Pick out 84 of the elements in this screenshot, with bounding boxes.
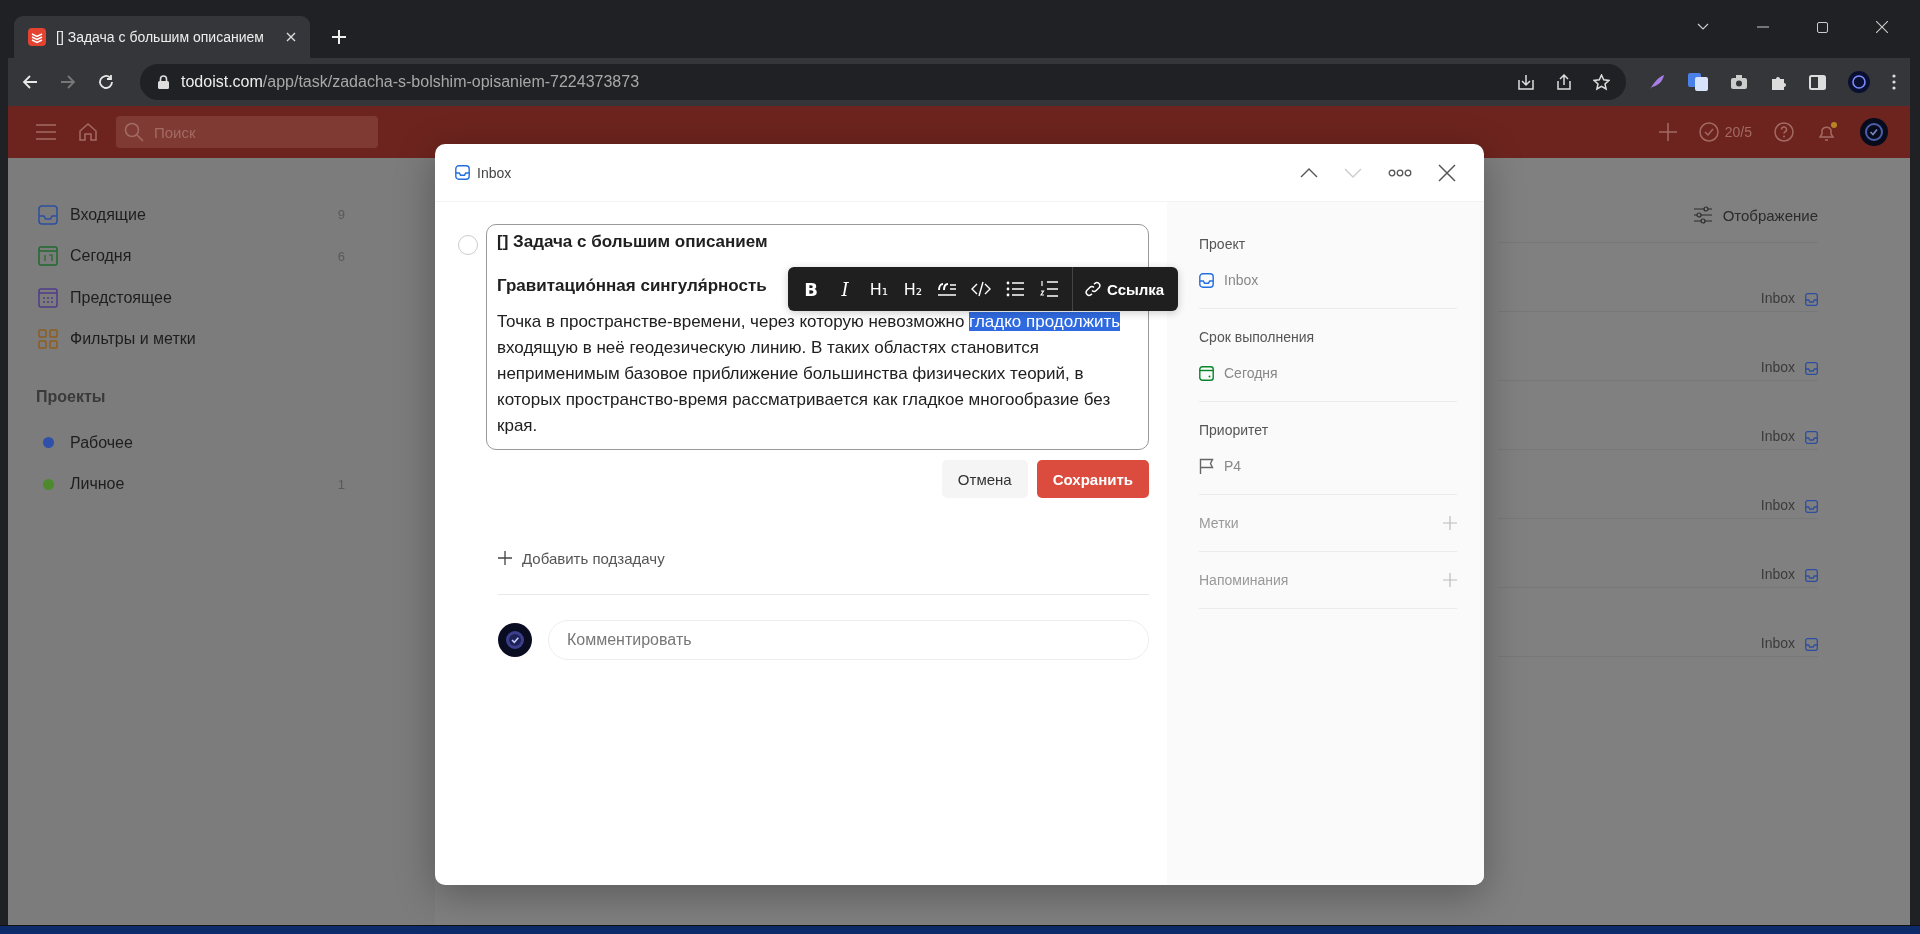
flag-icon	[1199, 458, 1214, 474]
download-icon[interactable]	[1517, 74, 1535, 90]
sidebar-item[interactable]: Фильтры и метки	[38, 318, 435, 360]
lock-icon	[158, 75, 169, 89]
new-tab-icon[interactable]	[332, 30, 346, 44]
code-icon	[971, 281, 991, 297]
translate-icon[interactable]	[1688, 73, 1708, 91]
browser-tab[interactable]: [] Задача с большим описанием	[14, 16, 310, 58]
bell-icon[interactable]	[1816, 121, 1838, 143]
inbox-icon	[1805, 431, 1818, 444]
reload-icon[interactable]	[98, 74, 114, 90]
field-label[interactable]: Метки	[1199, 515, 1239, 531]
task-title: [] Задача с большим описанием	[497, 231, 768, 253]
italic-button[interactable]: I	[828, 272, 862, 306]
forward-arrow-icon[interactable]	[60, 74, 76, 90]
search-icon	[124, 122, 144, 142]
view-button[interactable]: Отображение	[1692, 201, 1818, 229]
project-item[interactable]: Рабочее	[38, 422, 435, 464]
bulleted-list-icon	[1006, 281, 1024, 297]
quote-icon	[938, 281, 956, 297]
project-label: Inbox	[1760, 497, 1795, 513]
chevron-up-icon[interactable]	[1300, 167, 1318, 178]
link-button[interactable]: Ссылка	[1079, 272, 1171, 306]
avatar-icon[interactable]	[1860, 118, 1888, 146]
project-label: Inbox	[1760, 428, 1795, 444]
camera-icon[interactable]	[1730, 74, 1748, 90]
maximize-icon[interactable]	[1817, 21, 1828, 33]
address-bar[interactable]: todoist.com/app/task/zadacha-s-bolshim-opisaniem-7224373873	[140, 64, 1626, 100]
heading-button[interactable]: H₂	[896, 272, 930, 306]
avatar-icon[interactable]	[1848, 71, 1870, 93]
inbox-icon	[1805, 500, 1818, 513]
close-icon[interactable]	[1438, 163, 1456, 182]
app-logo-icon	[28, 28, 46, 46]
more-icon[interactable]	[1388, 168, 1412, 177]
sidebar-item[interactable]: Предстоящее	[38, 277, 435, 319]
tab-title: [] Задача с большим описанием	[56, 29, 265, 45]
side-panel-icon[interactable]	[1809, 74, 1826, 90]
field-label: Приоритет	[1199, 422, 1270, 438]
description-heading: Гравитацио́нная сингуля́рность	[497, 275, 767, 297]
field-label: Проект	[1199, 236, 1247, 252]
project-label: Inbox	[1760, 566, 1795, 582]
grid-icon	[38, 329, 58, 350]
field-label[interactable]: Напоминания	[1199, 572, 1289, 588]
inbox-icon	[1199, 272, 1214, 288]
project-label: Inbox	[1760, 290, 1795, 306]
check-circle-icon	[1698, 122, 1719, 142]
inbox-icon	[455, 165, 470, 180]
project-breadcrumb[interactable]: Inbox	[455, 164, 512, 181]
section-title[interactable]: Проекты	[36, 388, 435, 416]
sliders-icon	[1692, 206, 1713, 224]
field-value[interactable]: P4	[1199, 458, 1242, 474]
inbox-icon	[1805, 293, 1818, 306]
project-label: Inbox	[1760, 635, 1795, 651]
calendar-icon	[1199, 365, 1214, 381]
field-value[interactable]: Сегодня	[1199, 365, 1278, 381]
add-subtask-button[interactable]: Добавить подзадачу	[498, 544, 665, 572]
share-icon[interactable]	[1555, 74, 1573, 90]
calendar-icon	[38, 246, 58, 267]
inbox-icon	[1805, 569, 1818, 582]
feather-icon[interactable]	[1648, 73, 1666, 91]
bold-button[interactable]: B	[794, 272, 828, 306]
avatar-icon	[498, 623, 532, 657]
field-value[interactable]: Inbox	[1199, 272, 1259, 288]
save-button[interactable]: Сохранить	[1036, 460, 1149, 498]
description-text: Точка в пространстве-времени, через которую невозможно гладко продолжить входящую в неё геодезическую линию. В таких областях становится неприменимым базовое приближение большинства физических теорий, в которых пространство-время рассматривается как гладкое многообразие без края.	[497, 311, 1122, 437]
help-icon[interactable]	[1774, 122, 1794, 142]
cancel-button[interactable]: Отмена	[941, 460, 1028, 498]
comment-field[interactable]: Комментировать	[548, 620, 1149, 660]
inbox-icon	[1805, 362, 1818, 375]
numbered-list-icon	[1040, 280, 1058, 298]
plus-icon	[498, 551, 512, 565]
calendar-grid-icon	[38, 287, 58, 308]
project-label: Inbox	[1760, 359, 1795, 375]
heading-button[interactable]: H₁	[862, 272, 896, 306]
productivity-button[interactable]: 20/5	[1698, 122, 1752, 142]
chevron-down-icon[interactable]	[1697, 23, 1709, 31]
menu-dots-icon[interactable]	[1892, 74, 1896, 90]
link-icon	[1085, 281, 1101, 297]
back-arrow-icon[interactable]	[22, 74, 38, 90]
star-icon[interactable]	[1593, 73, 1610, 91]
inbox-icon	[1805, 638, 1818, 651]
url-text: todoist.com/app/task/zadacha-s-bolshim-opisaniem-7224373873	[181, 73, 640, 91]
inbox-icon	[38, 204, 58, 225]
field-label: Срок выполнения	[1199, 329, 1316, 345]
